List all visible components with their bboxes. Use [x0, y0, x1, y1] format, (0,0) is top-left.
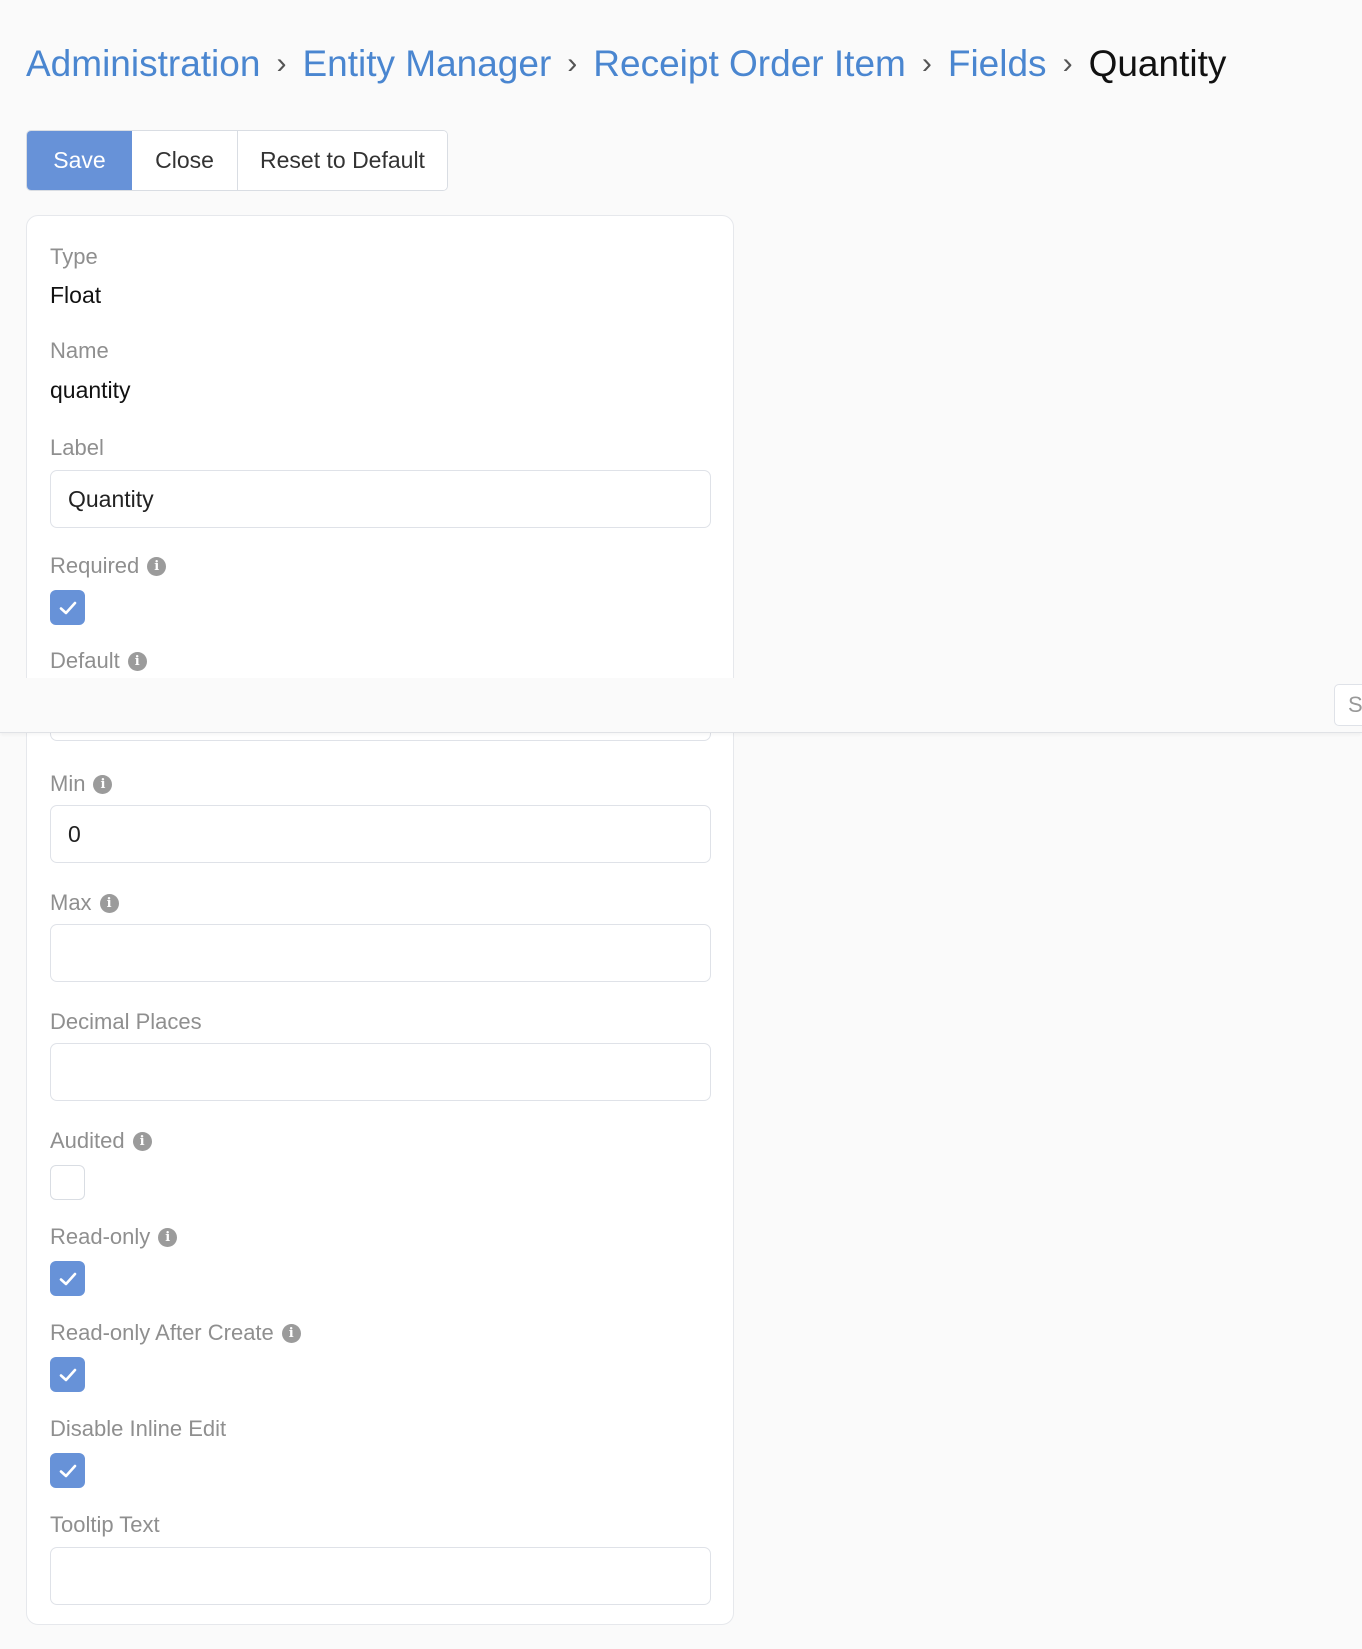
max-input[interactable]	[50, 924, 711, 982]
label-field-label: Label	[50, 435, 104, 461]
field-settings-panel: Type Float Name quantity Label Required …	[26, 215, 734, 1625]
label-field-label-text: Label	[50, 435, 104, 460]
reset-to-default-button[interactable]: Reset to Default	[238, 131, 447, 190]
read-only-label: Read-only i	[50, 1224, 178, 1250]
breadcrumb-separator: ›	[1062, 47, 1073, 80]
label-input[interactable]	[50, 470, 711, 528]
max-label: Max i	[50, 890, 119, 916]
read-only-checkbox[interactable]	[50, 1261, 85, 1296]
sticky-header-bar: S	[0, 678, 1362, 733]
min-label: Min i	[50, 771, 113, 797]
required-label-text: Required	[50, 553, 140, 578]
info-icon[interactable]: i	[132, 1131, 152, 1151]
audited-label-text: Audited	[50, 1128, 125, 1153]
decimal-places-label-text: Decimal Places	[50, 1009, 202, 1034]
info-icon[interactable]: i	[99, 893, 119, 913]
breadcrumb-receipt-order-item[interactable]: Receipt Order Item	[593, 36, 906, 92]
action-button-group: Save Close Reset to Default	[26, 130, 448, 191]
name-value: quantity	[50, 377, 131, 403]
default-label: Default i	[50, 648, 147, 674]
breadcrumb-current: Quantity	[1088, 43, 1227, 84]
breadcrumb-separator: ›	[567, 47, 578, 80]
type-label-text: Type	[50, 244, 98, 269]
disable-inline-edit-label-text: Disable Inline Edit	[50, 1416, 227, 1441]
tooltip-text-input[interactable]	[50, 1547, 711, 1605]
disable-inline-edit-checkbox[interactable]	[50, 1453, 85, 1488]
breadcrumb-fields[interactable]: Fields	[948, 36, 1047, 92]
info-icon[interactable]: i	[93, 774, 113, 794]
info-icon[interactable]: i	[127, 651, 147, 671]
check-icon	[59, 1368, 76, 1381]
info-icon[interactable]: i	[147, 556, 167, 576]
info-icon[interactable]: i	[281, 1323, 301, 1343]
audited-label: Audited i	[50, 1128, 152, 1154]
required-checkbox[interactable]	[50, 590, 85, 625]
overlay-search-input[interactable]: S	[1334, 684, 1362, 726]
save-button[interactable]: Save	[27, 131, 132, 190]
info-icon[interactable]: i	[158, 1227, 178, 1247]
breadcrumb-administration[interactable]: Administration	[26, 36, 260, 92]
disable-inline-edit-label: Disable Inline Edit	[50, 1416, 226, 1442]
max-label-text: Max	[50, 890, 92, 915]
decimal-places-label: Decimal Places	[50, 1009, 202, 1035]
check-icon	[59, 1464, 76, 1477]
breadcrumb-separator: ›	[921, 47, 932, 80]
tooltip-text-label: Tooltip Text	[50, 1512, 160, 1538]
default-label-text: Default	[50, 648, 120, 673]
required-label: Required i	[50, 553, 167, 579]
decimal-places-input[interactable]	[50, 1043, 711, 1101]
read-only-after-create-label: Read-only After Create i	[50, 1320, 301, 1346]
breadcrumb-entity-manager[interactable]: Entity Manager	[302, 36, 551, 92]
type-value: Float	[50, 282, 102, 308]
name-label-text: Name	[50, 338, 109, 363]
read-only-label-text: Read-only	[50, 1224, 151, 1249]
breadcrumb: Administration › Entity Manager › Receip…	[26, 36, 1226, 92]
close-button[interactable]: Close	[132, 131, 238, 190]
audited-checkbox[interactable]	[50, 1165, 85, 1200]
min-input[interactable]	[50, 805, 711, 863]
min-label-text: Min	[50, 771, 86, 796]
check-icon	[59, 601, 76, 614]
read-only-after-create-checkbox[interactable]	[50, 1357, 85, 1392]
tooltip-text-label-text: Tooltip Text	[50, 1512, 160, 1537]
breadcrumb-separator: ›	[276, 47, 287, 80]
type-label: Type	[50, 244, 98, 270]
check-icon	[59, 1272, 76, 1285]
name-label: Name	[50, 338, 109, 364]
read-only-after-create-label-text: Read-only After Create	[50, 1320, 274, 1345]
